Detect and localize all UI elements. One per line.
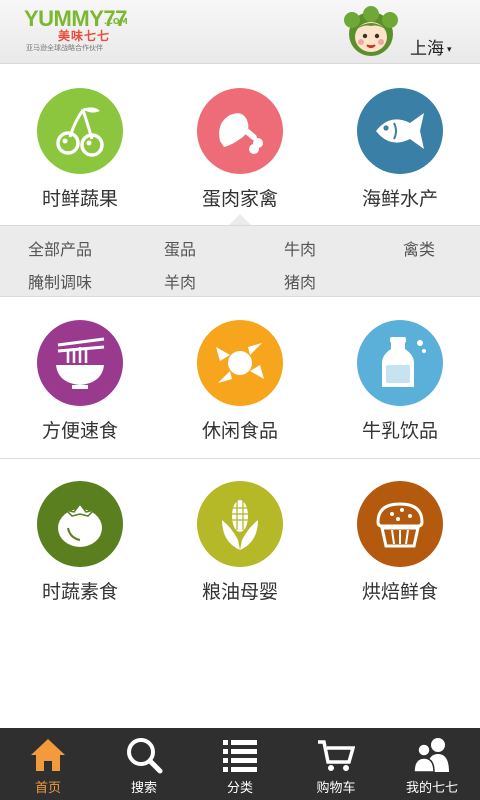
category-icon-circle	[357, 88, 443, 174]
tab-label: 分类	[226, 781, 253, 796]
tab-label: 我的七七	[405, 781, 458, 796]
city-dropdown-caret-icon[interactable]: ▾	[447, 45, 452, 55]
tab-cart[interactable]: 购物车	[288, 728, 384, 800]
category-icon-circle	[197, 88, 283, 174]
category-icon-circle	[357, 481, 443, 567]
category-fresh-fruit-veg[interactable]: 时鲜蔬果	[0, 64, 160, 214]
submenu-item[interactable]: 禽类	[403, 236, 435, 260]
tomato-icon	[58, 502, 102, 547]
users-icon	[413, 738, 449, 773]
category-dairy-drinks[interactable]: 牛乳饮品	[320, 296, 480, 446]
category-icon-circle	[197, 481, 283, 567]
logo[interactable]: YUMMY77 .COM 美味七七 亚马逊全球战略合作伙伴	[24, 6, 134, 56]
category-seafood[interactable]: 海鲜水产	[320, 64, 480, 214]
tab-label: 购物车	[316, 781, 356, 796]
mascot-avatar-icon	[344, 6, 398, 56]
category-label: 海鲜水产	[361, 188, 438, 210]
tab-home[interactable]: 首页	[0, 728, 96, 800]
city-selector[interactable]: 上海	[410, 34, 444, 59]
category-label: 休闲食品	[201, 420, 278, 442]
submenu-item[interactable]: 腌制调味	[28, 269, 92, 293]
category-eggs-meat-poultry[interactable]: 蛋肉家禽	[160, 64, 320, 214]
category-label: 时鲜蔬果	[41, 188, 118, 210]
list-icon	[223, 740, 257, 772]
category-icon-circle	[37, 481, 123, 567]
corn-icon	[222, 500, 258, 550]
header-bar: YUMMY77 .COM 美味七七 亚马逊全球战略合作伙伴 上海 ▾	[0, 0, 480, 64]
tab-label: 首页	[34, 781, 61, 796]
category-icon-circle	[37, 320, 123, 406]
category-label: 蛋肉家禽	[201, 188, 278, 210]
category-snacks[interactable]: 休闲食品	[160, 296, 320, 446]
category-label: 烘焙鲜食	[361, 581, 438, 603]
submenu-item[interactable]: 羊肉	[164, 269, 196, 293]
category-instant-food[interactable]: 方便速食	[0, 296, 160, 446]
tab-categories[interactable]: 分类	[192, 728, 288, 800]
category-vegetarian[interactable]: 时蔬素食	[0, 457, 160, 607]
category-grain-oil-baby[interactable]: 粮油母婴	[160, 457, 320, 607]
category-icon-circle	[197, 320, 283, 406]
category-icon-circle	[357, 320, 443, 406]
noodle-bowl-icon	[56, 337, 105, 389]
chicken-leg-icon	[219, 113, 263, 154]
logo-subtitle: 亚马逊全球战略合作伙伴	[26, 44, 103, 52]
category-label: 方便速食	[41, 420, 118, 442]
app: YUMMY77 .COM 美味七七 亚马逊全球战略合作伙伴 上海 ▾ 时鲜蔬果 …	[0, 0, 480, 800]
logo-chinese-text: 美味七七	[58, 29, 111, 43]
milk-bottle-icon	[382, 337, 426, 387]
home-icon	[31, 739, 65, 771]
category-label: 粮油母婴	[201, 581, 278, 603]
submenu-item[interactable]: 全部产品	[28, 236, 92, 260]
category-label: 时蔬素食	[41, 581, 118, 603]
category-bakery[interactable]: 烘焙鲜食	[320, 457, 480, 607]
submenu-item[interactable]: 牛肉	[284, 236, 316, 260]
submenu-item[interactable]: 猪肉	[284, 269, 316, 293]
submenu-panel: 全部产品 蛋品 牛肉 禽类 腌制调味 羊肉 猪肉	[0, 225, 480, 297]
logo-domain-text: .COM	[104, 17, 128, 26]
cherry-icon	[56, 107, 104, 157]
bottom-nav: 首页 搜索 分类 购物车 我的七七	[0, 728, 480, 800]
tab-search[interactable]: 搜索	[96, 728, 192, 800]
category-label: 牛乳饮品	[361, 420, 438, 442]
fish-icon	[376, 113, 424, 149]
candy-icon	[216, 343, 264, 383]
cart-icon	[318, 740, 355, 771]
muffin-icon	[376, 502, 424, 548]
category-icon-circle	[37, 88, 123, 174]
tab-label: 搜索	[130, 781, 157, 796]
submenu-item[interactable]: 蛋品	[164, 236, 196, 260]
tab-my-account[interactable]: 我的七七	[384, 728, 480, 800]
search-icon	[127, 738, 163, 774]
